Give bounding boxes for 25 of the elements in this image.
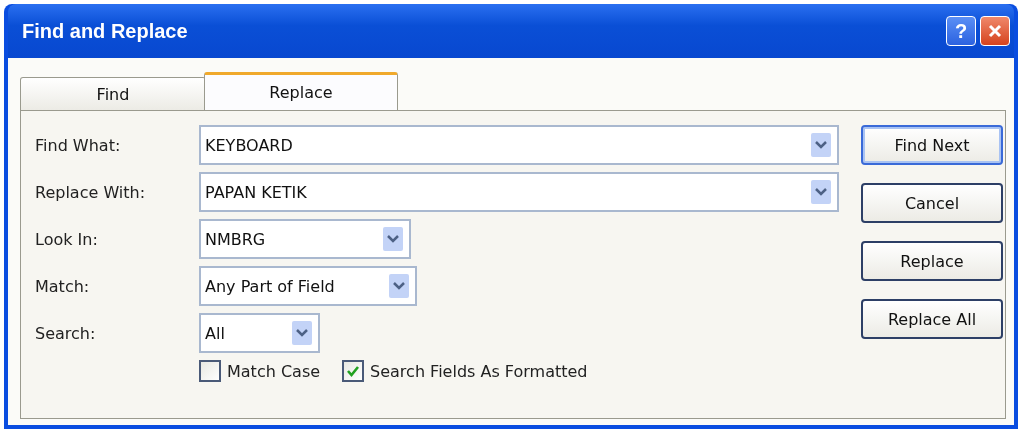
combo-box[interactable]: NMBRG xyxy=(199,219,411,259)
checkbox[interactable] xyxy=(342,360,365,382)
close-button[interactable] xyxy=(980,16,1010,46)
field-label: Find What: xyxy=(35,135,122,155)
window-title: Find and Replace xyxy=(22,19,188,43)
check-icon xyxy=(346,364,361,378)
checkbox-option[interactable]: Match Case xyxy=(199,360,321,382)
combo-box[interactable]: KEYBOARD xyxy=(199,125,839,165)
tab[interactable]: Find xyxy=(20,77,206,110)
checkbox-option[interactable]: Search Fields As Formatted xyxy=(342,360,588,382)
help-button[interactable]: ? xyxy=(946,16,976,46)
close-icon xyxy=(988,24,1002,38)
tab[interactable]: Replace xyxy=(204,72,398,110)
combo-box[interactable]: All xyxy=(199,313,320,353)
dialog-button[interactable]: Find Next xyxy=(861,125,1003,165)
dialog-button[interactable]: Cancel xyxy=(861,183,1003,223)
field-label: Search: xyxy=(35,323,97,343)
field-label: Match: xyxy=(35,276,91,296)
field-label: Replace With: xyxy=(35,182,147,202)
dialog-button[interactable]: Replace All xyxy=(861,299,1003,339)
combo-box[interactable]: PAPAN KETIK xyxy=(199,172,839,212)
field-label: Look In: xyxy=(35,229,99,249)
dialog-button[interactable]: Replace xyxy=(861,241,1003,281)
checkbox[interactable] xyxy=(199,360,221,382)
combo-box[interactable]: Any Part of Field xyxy=(199,266,417,306)
